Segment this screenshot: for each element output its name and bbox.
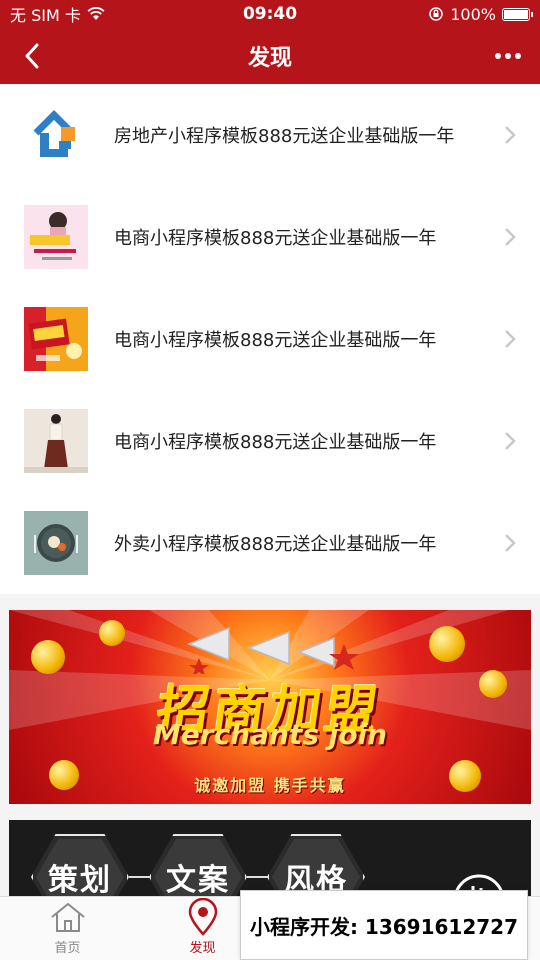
item-title: 外卖小程序模板888元送企业基础版一年 [114, 534, 437, 555]
orientation-lock-icon [429, 7, 443, 21]
tab-label: 首页 [54, 941, 81, 956]
megaphone-icon [186, 626, 359, 674]
chevron-right-icon [500, 431, 520, 451]
list-item[interactable]: 电商小程序模板888元送企业基础版一年 [0, 390, 540, 492]
item-title: 电商小程序模板888元送企业基础版一年 [114, 432, 437, 453]
tab-label: 发现 [189, 941, 216, 956]
real-estate-logo-icon [24, 103, 88, 167]
item-title: 房地产小程序模板888元送企业基础版一年 [114, 126, 455, 147]
battery-percent: 100% [450, 4, 496, 24]
food-plate-icon [24, 511, 88, 575]
location-pin-icon [183, 897, 223, 937]
chevron-right-icon [500, 329, 520, 349]
chevron-left-icon [25, 43, 39, 69]
banner-slogan: 诚邀加盟 携手共赢 [194, 776, 346, 795]
template-list: 房地产小程序模板888元送企业基础版一年 电商小程序模板888元送企业基础版一年 [0, 84, 540, 594]
ecommerce-promo-2-icon [24, 307, 88, 371]
list-item[interactable]: 电商小程序模板888元送企业基础版一年 [0, 186, 540, 288]
contact-text: 小程序开发: 13691612727 [249, 914, 519, 939]
merchants-banner[interactable]: 招商加盟 Merchants join 诚邀加盟 携手共赢 [9, 610, 531, 804]
service-banner[interactable]: 策划 文案 风格 [9, 820, 531, 896]
hex-badge: 风格 [267, 834, 365, 896]
status-bar: 无 SIM 卡 09:40 100% [0, 0, 540, 28]
fashion-model-icon [24, 409, 88, 473]
back-button[interactable] [14, 38, 50, 74]
item-title: 电商小程序模板888元送企业基础版一年 [114, 330, 437, 351]
content-area[interactable]: 房地产小程序模板888元送企业基础版一年 电商小程序模板888元送企业基础版一年 [0, 84, 540, 896]
list-item[interactable]: 电商小程序模板888元送企业基础版一年 [0, 288, 540, 390]
wifi-icon [87, 7, 105, 20]
home-icon [48, 897, 88, 937]
hex-label: 文案 [166, 863, 230, 896]
ecommerce-promo-1-icon [24, 205, 88, 269]
hex-label: 策划 [48, 863, 112, 896]
more-button[interactable] [488, 38, 528, 74]
banner-english-text: Merchants join [152, 718, 388, 751]
coin-decoration [429, 626, 465, 662]
item-title: 电商小程序模板888元送企业基础版一年 [114, 228, 437, 249]
contact-overlay[interactable]: 小程序开发: 13691612727 [240, 890, 528, 960]
list-item[interactable]: 房地产小程序模板888元送企业基础版一年 [0, 84, 540, 186]
tab-home[interactable]: 首页 [0, 897, 135, 960]
coin-decoration [99, 620, 125, 646]
page-title: 发现 [247, 46, 292, 71]
status-time: 09:40 [242, 4, 298, 24]
chevron-right-icon [500, 125, 520, 145]
hex-badge: 策划 [31, 834, 129, 896]
chevron-right-icon [500, 533, 520, 553]
hex-badge: 文案 [149, 834, 247, 896]
carrier-text: 无 SIM 卡 [10, 6, 81, 25]
nav-bar: 发现 [0, 28, 540, 84]
more-dots-icon [495, 53, 501, 59]
battery-icon [502, 7, 533, 21]
list-item[interactable]: 外卖小程序模板888元送企业基础版一年 [0, 492, 540, 594]
chevron-right-icon [500, 227, 520, 247]
